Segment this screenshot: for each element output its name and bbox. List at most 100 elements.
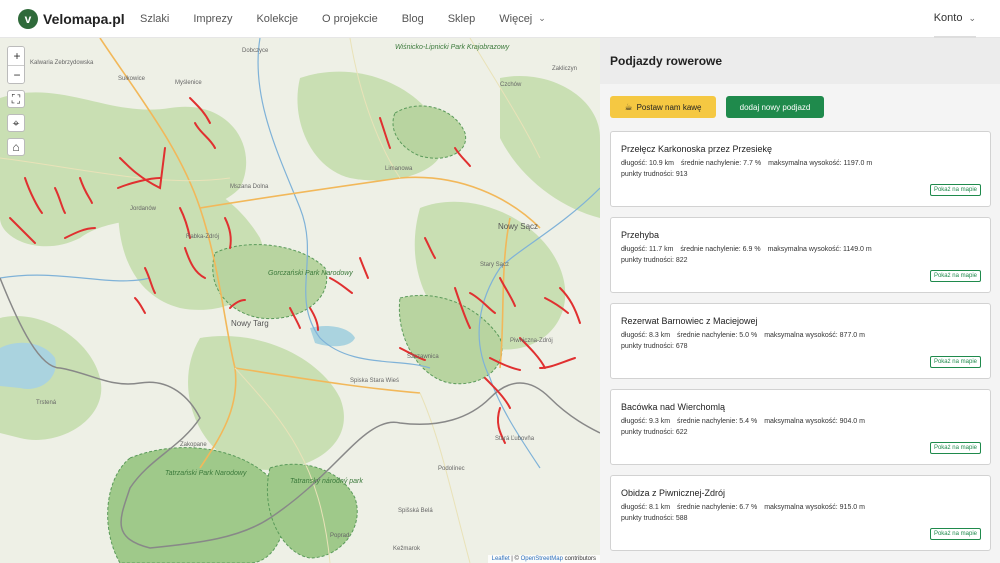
top-navbar: v Velomapa.pl Szlaki Imprezy Kolekcje O … xyxy=(0,0,1000,38)
nav-link-imprezy[interactable]: Imprezy xyxy=(193,13,232,25)
map-controls: + − ⛶ ⌖ ⌂ xyxy=(7,46,25,162)
leaflet-link[interactable]: Leaflet xyxy=(492,556,510,562)
map-label-szczawnica: Szczawnica xyxy=(407,354,439,360)
climb-difficulty: punkty trudności: 913 xyxy=(621,171,688,178)
zoom-in-button[interactable]: + xyxy=(8,47,24,65)
fullscreen-icon[interactable]: ⛶ xyxy=(7,90,25,108)
map-label-stara-lubovna: Stará Ľubovňa xyxy=(495,436,535,442)
show-on-map-button[interactable]: Pokaż na mapie xyxy=(929,528,981,540)
map-label-czchow: Czchów xyxy=(500,82,522,88)
climb-max-altitude: maksymalna wysokość: 904.0 m xyxy=(764,418,865,425)
climb-name: Przełęcz Karkonoska przez Przesiekę xyxy=(621,144,773,154)
zoom-control: + − xyxy=(7,46,25,84)
climbs-panel: Podjazdy rowerowe ☕ Postaw nam kawę doda… xyxy=(600,38,1000,563)
climb-gradient: średnie nachylenie: 5.0 % xyxy=(677,332,758,339)
climb-stats: długość: 9.3 km średnie nachylenie: 5.4 … xyxy=(621,416,990,427)
nav-link-wiecej[interactable]: Więcej ⌄ xyxy=(499,13,546,25)
nav-link-wiecej-label: Więcej xyxy=(499,12,533,25)
add-climb-button[interactable]: dodaj nowy podjazd xyxy=(726,96,824,118)
velomapa-logo-icon: v xyxy=(18,8,38,29)
panel-actions: ☕ Postaw nam kawę dodaj nowy podjazd xyxy=(600,84,1000,118)
climb-card[interactable]: Przełęcz Karkonoska przez Przesiekę dług… xyxy=(610,131,991,207)
chevron-down-icon: ⌄ xyxy=(538,13,546,23)
climb-name: Obidza z Piwnicznej-Zdrój xyxy=(621,488,726,498)
attribution-suffix: contributors xyxy=(562,556,596,562)
climb-difficulty: punkty trudności: 588 xyxy=(621,515,688,522)
brand[interactable]: v Velomapa.pl xyxy=(18,8,140,29)
climb-difficulty: punkty trudności: 678 xyxy=(621,343,688,350)
nav-link-sklep[interactable]: Sklep xyxy=(448,13,476,25)
climb-max-altitude: maksymalna wysokość: 877.0 m xyxy=(764,332,865,339)
map-view[interactable]: Kalwaria Zebrzydowska Dobczyce Wiśnicko-… xyxy=(0,38,600,563)
climb-length: długość: 11.7 km xyxy=(621,246,674,253)
climb-card[interactable]: Rezerwat Barnowiec z Maciejowej długość:… xyxy=(610,303,991,379)
map-label-podolinec: Podolínec xyxy=(438,466,465,472)
location-pin-icon[interactable]: ⌖ xyxy=(7,114,25,132)
climb-length: długość: 8.3 km xyxy=(621,332,671,339)
map-label-myslenice: Myślenice xyxy=(175,80,202,86)
map-label-zakopane: Zakopane xyxy=(180,442,207,448)
map-label-kezmarok: Kežmarok xyxy=(393,546,421,552)
map-label-sulkowice: Sułkowice xyxy=(118,76,146,82)
map-label-piwniczna: Piwniczna-Zdrój xyxy=(510,338,553,344)
map-label-spiska-stara-wies: Spiska Stara Wieś xyxy=(350,378,400,384)
map-label-tatransky-park: Tatranský národný park xyxy=(290,478,363,485)
climb-stats: długość: 10.9 km średnie nachylenie: 7.7… xyxy=(621,158,990,169)
map-label-limanowa: Limanowa xyxy=(385,166,413,172)
map-label-nowy-targ: Nowy Targ xyxy=(231,319,269,328)
climb-gradient: średnie nachylenie: 7.7 % xyxy=(680,160,762,167)
panel-header: Podjazdy rowerowe xyxy=(600,38,1000,84)
map-label-tatrzanski-park: Tatrzański Park Narodowy xyxy=(165,470,247,477)
climb-name: Rezerwat Barnowiec z Maciejowej xyxy=(621,316,758,326)
map-label-gorczanski-park: Gorczański Park Narodowy xyxy=(268,270,353,277)
map-label-jordanow: Jordanów xyxy=(130,206,157,212)
climb-length: długość: 10.9 km xyxy=(621,160,674,167)
map-label-mszana-dolna: Mszana Dolna xyxy=(230,184,269,190)
climb-name: Przehyba xyxy=(621,230,660,240)
account-menu[interactable]: Konto ⌄ xyxy=(933,0,976,38)
map-label-spisska-bela: Spišská Belá xyxy=(398,508,433,514)
show-on-map-button[interactable]: Pokaż na mapie xyxy=(929,184,981,196)
buy-coffee-label: Postaw nam kawę xyxy=(636,102,702,112)
nav-link-o-projekcie[interactable]: O projekcie xyxy=(322,13,378,25)
zoom-out-button[interactable]: − xyxy=(8,65,24,83)
climb-stats: długość: 8.1 km średnie nachylenie: 6.7 … xyxy=(621,502,990,513)
climb-card[interactable]: Przehyba długość: 11.7 km średnie nachyl… xyxy=(610,217,991,293)
map-label-stary-sacz: Stary Sącz xyxy=(480,262,510,268)
map-label-dobczyce: Dobczyce xyxy=(242,48,269,54)
nav-link-blog[interactable]: Blog xyxy=(402,13,424,25)
climb-max-altitude: maksymalna wysokość: 915.0 m xyxy=(764,504,865,511)
show-on-map-button[interactable]: Pokaż na mapie xyxy=(929,356,981,368)
map-label-nowy-sacz: Nowy Sącz xyxy=(498,222,539,231)
chevron-down-icon: ⌄ xyxy=(968,12,976,23)
openstreetmap-link[interactable]: OpenStreetMap xyxy=(521,556,563,562)
climb-card[interactable]: Obidza z Piwnicznej-Zdrój długość: 8.1 k… xyxy=(610,475,991,551)
panel-title: Podjazdy rowerowe xyxy=(610,54,723,68)
climb-gradient: średnie nachylenie: 6.9 % xyxy=(680,246,761,253)
climb-gradient: średnie nachylenie: 5.4 % xyxy=(677,418,758,425)
climb-difficulty: punkty trudności: 822 xyxy=(621,257,688,264)
map-label-wisnicko-park: Wiśnicko-Lipnicki Park Krajobrazowy xyxy=(395,44,510,51)
climb-length: długość: 9.3 km xyxy=(621,418,671,425)
climb-max-altitude: maksymalna wysokość: 1197.0 m xyxy=(768,160,873,167)
map-label-kalwaria: Kalwaria Zebrzydowska xyxy=(30,60,94,66)
climb-stats: długość: 8.3 km średnie nachylenie: 5.0 … xyxy=(621,330,990,341)
map-label-zakliczyn: Zakliczyn xyxy=(552,66,578,72)
climb-gradient: średnie nachylenie: 6.7 % xyxy=(677,504,758,511)
climb-card[interactable]: Bacówka nad Wierchomlą długość: 9.3 km ś… xyxy=(610,389,991,465)
show-on-map-button[interactable]: Pokaż na mapie xyxy=(929,270,981,282)
home-icon[interactable]: ⌂ xyxy=(7,138,25,156)
account-label: Konto xyxy=(933,12,963,24)
nav-links: Szlaki Imprezy Kolekcje O projekcie Blog… xyxy=(140,13,570,25)
nav-link-szlaki[interactable]: Szlaki xyxy=(140,13,169,25)
climb-difficulty: punkty trudności: 622 xyxy=(621,429,688,436)
buy-coffee-button[interactable]: ☕ Postaw nam kawę xyxy=(610,96,716,118)
climbs-list: Przełęcz Karkonoska przez Przesiekę dług… xyxy=(600,118,1000,551)
climb-stats: długość: 11.7 km średnie nachylenie: 6.9… xyxy=(621,244,990,255)
climb-max-altitude: maksymalna wysokość: 1149.0 m xyxy=(767,246,872,253)
show-on-map-button[interactable]: Pokaż na mapie xyxy=(929,442,981,454)
climb-name: Bacówka nad Wierchomlą xyxy=(621,402,726,412)
nav-link-kolekcje[interactable]: Kolekcje xyxy=(256,13,298,25)
map-label-poprad: Poprad xyxy=(330,533,350,539)
coffee-cup-icon: ☕ xyxy=(624,101,633,112)
